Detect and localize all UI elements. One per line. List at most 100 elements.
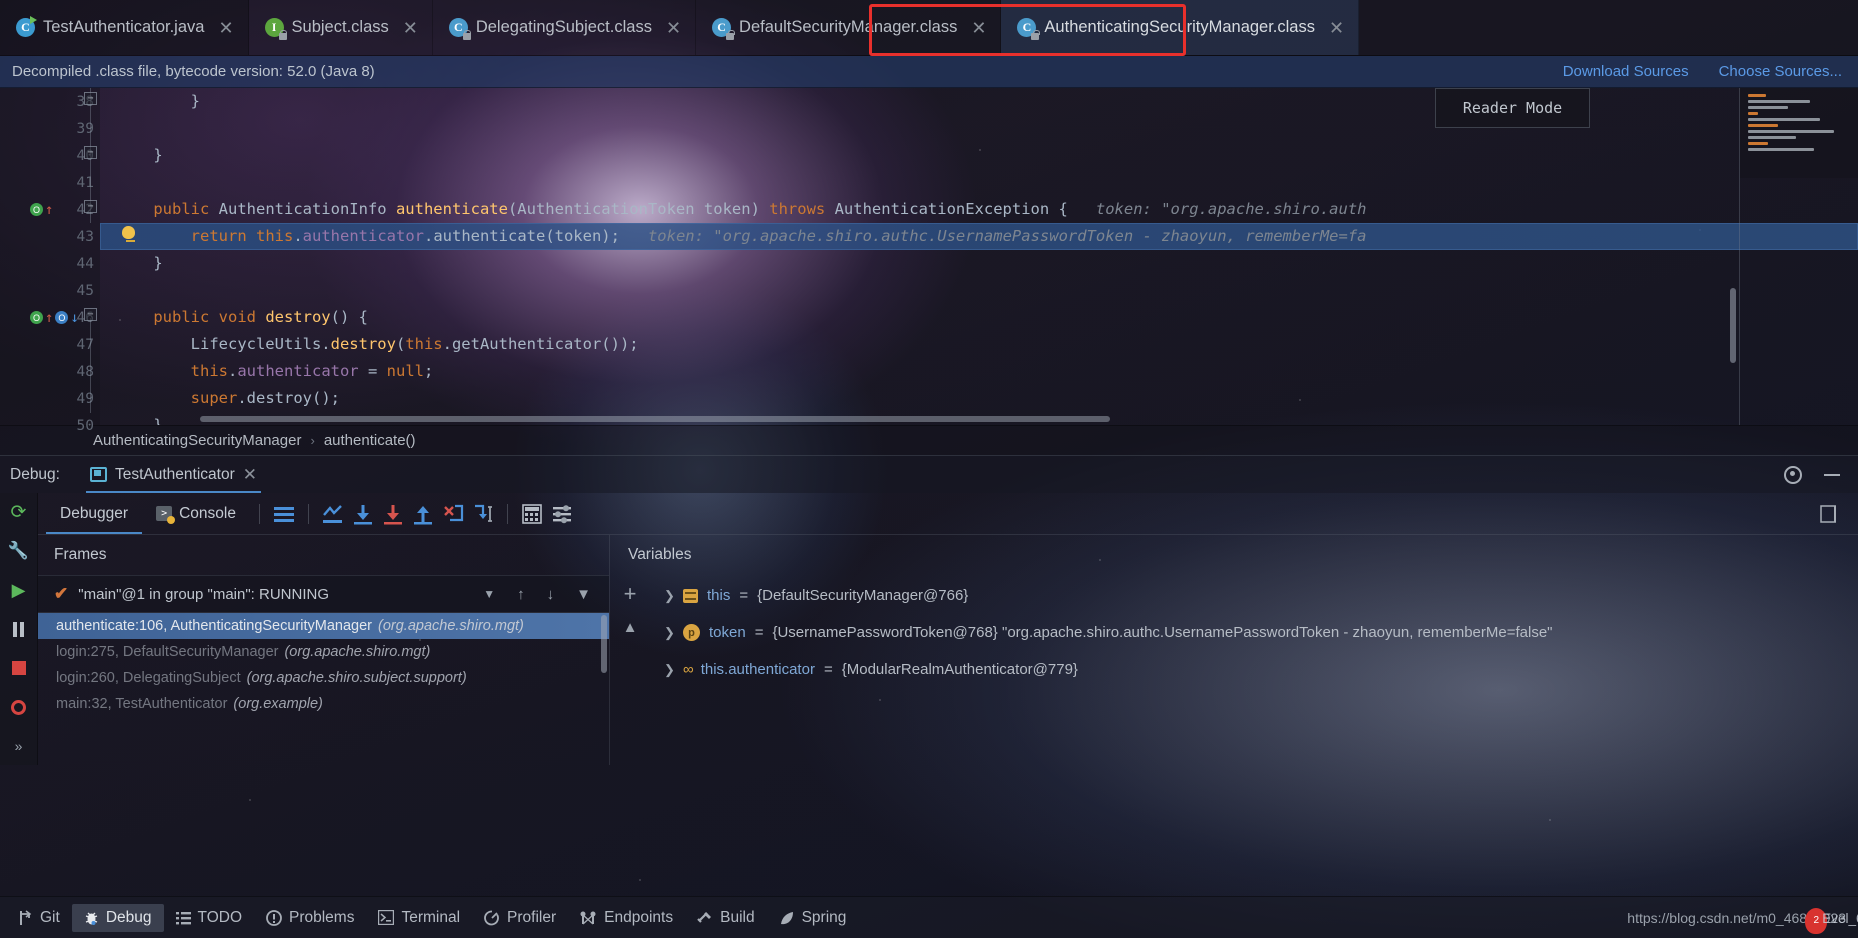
debug-session-tab[interactable]: TestAuthenticator ✕ [78, 456, 269, 493]
method-implemented-icon[interactable]: O [55, 311, 69, 324]
chevron-down-icon[interactable]: ▼ [483, 587, 495, 601]
variable-row[interactable]: ❯ this = {DefaultSecurityManager@766} [650, 577, 1858, 614]
arrow-down-icon[interactable]: ↓ [547, 586, 555, 603]
code-token: this [405, 335, 443, 353]
code-token: this [256, 227, 294, 245]
editor-tab-label: DelegatingSubject.class [475, 18, 652, 36]
fold-collapse-icon[interactable]: − [84, 200, 97, 213]
method-override-icon[interactable]: O [30, 203, 43, 216]
download-sources-link[interactable]: Download Sources [1563, 63, 1689, 80]
fold-collapse-icon[interactable]: − [84, 308, 97, 321]
status-item-problems[interactable]: Problems [254, 904, 366, 932]
variables-list[interactable]: ❯ this = {DefaultSecurityManager@766} ❯ … [650, 575, 1858, 765]
close-icon[interactable]: ✕ [971, 19, 986, 37]
rerun-icon[interactable]: ⟳ [8, 501, 30, 523]
step-over-icon[interactable] [348, 499, 378, 529]
settings-icon[interactable] [547, 499, 577, 529]
restore-layout-icon[interactable] [1820, 499, 1850, 529]
run-to-cursor-icon[interactable] [468, 499, 498, 529]
overridden-method-arrow-icon[interactable]: ↓ [70, 311, 78, 325]
debugger-inline-hint: token: "org.apache.shiro.authc.UsernameP… [619, 227, 1367, 245]
gutter-marks[interactable]: O ↑ [30, 196, 53, 223]
evaluate-expression-icon[interactable] [517, 499, 547, 529]
intention-bulb-icon[interactable] [122, 226, 138, 242]
layout-settings-icon[interactable] [269, 499, 299, 529]
chevron-right-icon[interactable]: ❯ [664, 588, 675, 604]
frame-row[interactable]: authenticate:106, AuthenticatingSecurity… [38, 613, 609, 639]
editor-tab-delegatingsubject[interactable]: C DelegatingSubject.class ✕ [432, 0, 697, 55]
close-icon[interactable]: ✕ [243, 465, 257, 485]
editor-tab-subject[interactable]: I Subject.class ✕ [248, 0, 433, 55]
frame-row[interactable]: main:32, TestAuthenticator (org.example) [38, 691, 609, 717]
arrow-up-icon[interactable]: ↑ [517, 586, 525, 603]
implementing-method-arrow-icon[interactable]: ↑ [45, 203, 53, 217]
step-out-icon[interactable] [408, 499, 438, 529]
fold-collapse-icon[interactable]: − [84, 92, 97, 105]
frames-scrollbar[interactable] [601, 615, 607, 673]
editor-minimap[interactable] [1740, 88, 1858, 178]
status-item-terminal[interactable]: Terminal [366, 904, 472, 932]
view-breakpoints-icon[interactable] [8, 696, 30, 718]
status-item-profiler[interactable]: Profiler [472, 904, 568, 932]
debug-tool-window-header: Debug: TestAuthenticator ✕ [0, 455, 1858, 493]
collapse-icon[interactable]: ▲ [623, 619, 638, 636]
drop-frame-icon[interactable] [438, 499, 468, 529]
status-item-spring[interactable]: Spring [767, 904, 859, 932]
implementing-method-arrow-icon[interactable]: ↑ [45, 311, 53, 325]
editor-horizontal-scrollbar[interactable] [200, 416, 1110, 422]
choose-sources-link[interactable]: Choose Sources... [1719, 63, 1842, 80]
gear-icon[interactable] [1784, 465, 1802, 484]
status-item-debug[interactable]: Debug [71, 903, 164, 932]
editor-vertical-scrollbar[interactable] [1730, 288, 1736, 363]
wrench-icon[interactable]: 🔧 [8, 540, 30, 562]
gutter-marks[interactable]: O ↑ O ↓ [30, 304, 79, 331]
close-icon[interactable]: ✕ [666, 19, 681, 37]
status-item-endpoints[interactable]: Endpoints [568, 904, 685, 932]
breadcrumb-class[interactable]: AuthenticatingSecurityManager [93, 432, 301, 449]
pause-program-icon[interactable] [8, 618, 30, 640]
chevron-right-icon[interactable]: ❯ [664, 625, 675, 641]
status-item-git[interactable]: Git [6, 904, 72, 932]
editor-tab-testauthenticator[interactable]: C TestAuthenticator.java ✕ [0, 0, 249, 55]
code-token: ( [395, 335, 406, 353]
editor-gutter[interactable]: 38 39 40 41 O ↑ 42 43 44 45 O ↑ O ↓ [0, 88, 100, 434]
ide-window: C TestAuthenticator.java ✕ I Subject.cla… [0, 0, 1858, 938]
resume-program-icon[interactable]: ▶ [8, 579, 30, 601]
reader-mode-tooltip[interactable]: Reader Mode [1435, 88, 1590, 128]
debugger-columns: Frames ✔ "main"@1 in group "main": RUNNI… [38, 535, 1858, 765]
code-token: = [358, 362, 387, 380]
method-override-icon[interactable]: O [30, 311, 43, 324]
code-text-area[interactable]: } } public AuthenticationInfo authentica… [100, 88, 1858, 425]
add-watch-icon[interactable]: + [624, 583, 637, 605]
editor-tab-authenticatingsecuritymanager[interactable]: C AuthenticatingSecurityManager.class ✕ [1001, 0, 1360, 55]
breadcrumb-method[interactable]: authenticate() [324, 432, 416, 449]
code-token: AuthenticationException { [825, 200, 1068, 218]
variable-value: {UsernamePasswordToken@768} "org.apache.… [772, 624, 1553, 641]
close-icon[interactable]: ✕ [403, 19, 418, 37]
tab-console[interactable]: > Console [142, 493, 250, 534]
frames-list[interactable]: authenticate:106, AuthenticatingSecurity… [38, 613, 609, 765]
thread-selector[interactable]: ✔ "main"@1 in group "main": RUNNING ▼ ↑ … [38, 575, 609, 613]
variable-row[interactable]: ❯ ∞ this.authenticator = {ModularRealmAu… [650, 651, 1858, 688]
chevron-right-icon[interactable]: ❯ [664, 662, 675, 678]
close-icon[interactable]: ✕ [1329, 19, 1344, 37]
variable-row[interactable]: ❯ p token = {UsernamePasswordToken@768} … [650, 614, 1858, 651]
step-into-icon[interactable] [378, 499, 408, 529]
debug-bug-icon [85, 912, 98, 925]
status-item-todo[interactable]: TODO [164, 904, 255, 932]
minimize-icon[interactable] [1824, 473, 1840, 476]
status-item-build[interactable]: Build [685, 904, 766, 932]
tab-debugger[interactable]: Debugger [46, 493, 143, 534]
stop-program-icon[interactable] [8, 657, 30, 679]
code-folding-column[interactable]: − − − − [82, 88, 100, 425]
frame-row[interactable]: login:275, DefaultSecurityManager (org.a… [38, 639, 609, 665]
fold-collapse-icon[interactable]: − [84, 146, 97, 159]
close-icon[interactable]: ✕ [218, 19, 233, 37]
editor-tab-defaultsecuritymanager[interactable]: C DefaultSecurityManager.class ✕ [696, 0, 1002, 55]
show-execution-point-icon[interactable] [318, 499, 348, 529]
frame-row[interactable]: login:260, DelegatingSubject (org.apache… [38, 665, 609, 691]
more-options-icon[interactable]: » [8, 735, 30, 757]
filter-icon[interactable]: ▼ [576, 586, 591, 603]
